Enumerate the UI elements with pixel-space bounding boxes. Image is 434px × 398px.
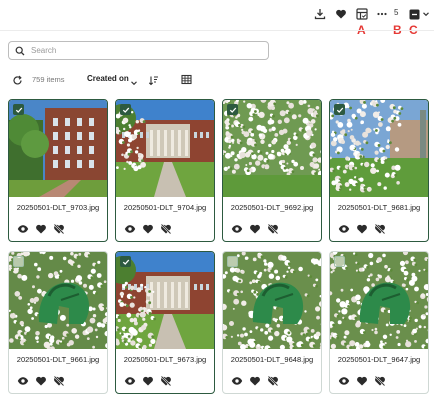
photo	[330, 100, 428, 197]
search-icon	[15, 45, 26, 56]
image-filename: 20250501-DLT_9681.jpg	[337, 203, 421, 212]
card-actions	[231, 375, 279, 387]
search-input[interactable]	[31, 46, 251, 55]
image-thumbnail[interactable]	[330, 252, 428, 349]
photo	[9, 100, 107, 197]
photo	[9, 252, 107, 349]
check-icon	[15, 107, 22, 113]
favorite-icon[interactable]	[356, 375, 368, 387]
gallery-grid-icon[interactable]	[355, 7, 369, 21]
unfavorite-icon[interactable]	[53, 223, 65, 235]
photo	[223, 252, 321, 349]
check-icon	[229, 107, 236, 113]
select-checkbox[interactable]	[227, 256, 238, 267]
view-icon[interactable]	[124, 223, 136, 235]
unfavorite-icon[interactable]	[160, 223, 172, 235]
image-thumbnail[interactable]	[9, 252, 107, 349]
image-thumbnail[interactable]	[116, 252, 214, 349]
image-card[interactable]: 20250501-DLT_9661.jpg	[8, 251, 108, 394]
grid-view-icon[interactable]	[179, 72, 193, 86]
sort-direction-icon[interactable]	[146, 73, 160, 87]
photo	[116, 252, 214, 349]
chevron-down-icon[interactable]	[130, 74, 138, 92]
unfavorite-icon[interactable]	[374, 375, 386, 387]
image-thumbnail[interactable]	[330, 100, 428, 197]
heart-icon[interactable]	[334, 7, 348, 21]
items-count: 759 items	[32, 75, 65, 84]
image-card[interactable]: 20250501-DLT_9692.jpg	[222, 99, 322, 242]
unfavorite-icon[interactable]	[267, 223, 279, 235]
sort-dropdown[interactable]: Created on	[87, 74, 129, 83]
chevron-down-icon[interactable]	[419, 7, 433, 21]
favorite-icon[interactable]	[249, 375, 261, 387]
toolbar-divider	[0, 30, 434, 31]
check-icon	[122, 259, 129, 265]
photo	[116, 100, 214, 197]
favorite-icon[interactable]	[35, 223, 47, 235]
view-icon[interactable]	[17, 375, 29, 387]
unfavorite-icon[interactable]	[53, 375, 65, 387]
favorite-icon[interactable]	[142, 223, 154, 235]
image-thumbnail[interactable]	[116, 100, 214, 197]
check-icon	[336, 107, 343, 113]
image-filename: 20250501-DLT_9704.jpg	[123, 203, 207, 212]
image-card[interactable]: 20250501-DLT_9673.jpg	[115, 251, 215, 394]
select-checkbox[interactable]	[334, 256, 345, 267]
search-box[interactable]	[8, 41, 269, 60]
select-checkbox[interactable]	[13, 256, 24, 267]
select-checkbox[interactable]	[227, 104, 238, 115]
download-icon[interactable]	[313, 7, 327, 21]
view-icon[interactable]	[231, 223, 243, 235]
select-checkbox[interactable]	[334, 104, 345, 115]
image-card[interactable]: 20250501-DLT_9648.jpg	[222, 251, 322, 394]
image-filename: 20250501-DLT_9692.jpg	[230, 203, 314, 212]
view-icon[interactable]	[124, 375, 136, 387]
photo	[223, 100, 321, 197]
image-filename: 20250501-DLT_9661.jpg	[16, 355, 100, 364]
check-icon	[122, 107, 129, 113]
image-thumbnail[interactable]	[9, 100, 107, 197]
image-card[interactable]: 20250501-DLT_9681.jpg	[329, 99, 429, 242]
card-actions	[124, 375, 172, 387]
favorite-icon[interactable]	[356, 223, 368, 235]
image-thumbnail[interactable]	[223, 252, 321, 349]
image-filename: 20250501-DLT_9648.jpg	[230, 355, 314, 364]
image-card[interactable]: 20250501-DLT_9704.jpg	[115, 99, 215, 242]
image-card[interactable]: 20250501-DLT_9647.jpg	[329, 251, 429, 394]
image-filename: 20250501-DLT_9703.jpg	[16, 203, 100, 212]
top-toolbar: 5 A B C	[0, 0, 434, 37]
favorite-icon[interactable]	[142, 375, 154, 387]
select-checkbox[interactable]	[13, 104, 24, 115]
unfavorite-icon[interactable]	[160, 375, 172, 387]
more-icon[interactable]	[375, 7, 389, 21]
view-icon[interactable]	[17, 223, 29, 235]
image-thumbnail[interactable]	[223, 100, 321, 197]
photo	[330, 252, 428, 349]
refresh-icon[interactable]	[10, 73, 24, 87]
view-icon[interactable]	[231, 375, 243, 387]
unfavorite-icon[interactable]	[267, 375, 279, 387]
favorite-icon[interactable]	[35, 375, 47, 387]
card-actions	[124, 223, 172, 235]
unfavorite-icon[interactable]	[374, 223, 386, 235]
select-checkbox[interactable]	[120, 256, 131, 267]
card-actions	[17, 223, 65, 235]
favorite-icon[interactable]	[249, 223, 261, 235]
card-actions	[17, 375, 65, 387]
view-icon[interactable]	[338, 223, 350, 235]
image-card[interactable]: 20250501-DLT_9703.jpg	[8, 99, 108, 242]
view-icon[interactable]	[338, 375, 350, 387]
card-actions	[338, 223, 386, 235]
image-filename: 20250501-DLT_9647.jpg	[337, 355, 421, 364]
selected-count: 5	[394, 8, 399, 17]
card-actions	[231, 223, 279, 235]
card-actions	[338, 375, 386, 387]
select-checkbox[interactable]	[120, 104, 131, 115]
image-filename: 20250501-DLT_9673.jpg	[123, 355, 207, 364]
